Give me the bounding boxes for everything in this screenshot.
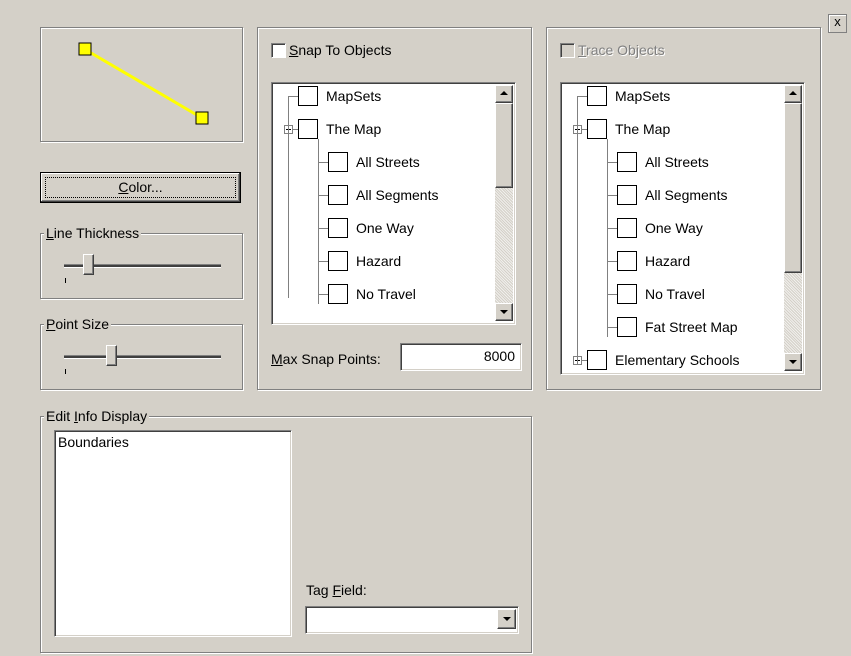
arrow-up-icon: [500, 91, 508, 95]
scroll-thumb[interactable]: [495, 103, 513, 188]
slider-thumb[interactable]: [106, 345, 118, 366]
tree-item-checkbox[interactable]: [617, 284, 637, 304]
tree-item-label[interactable]: Hazard: [645, 253, 690, 269]
tag-field-label: Tag Field:: [306, 582, 367, 598]
scroll-up-button[interactable]: [495, 85, 513, 103]
tag-field-select[interactable]: [305, 606, 519, 634]
tree-item-checkbox[interactable]: [587, 86, 607, 106]
tree-item-label[interactable]: All Streets: [356, 154, 420, 170]
tree-item-label[interactable]: No Travel: [356, 286, 416, 302]
scroll-thumb[interactable]: [784, 103, 802, 273]
preview-start-point: [78, 42, 92, 56]
line-preview-panel: [40, 27, 243, 142]
tree-item-checkbox[interactable]: [298, 86, 318, 106]
tree-item-checkbox[interactable]: [587, 350, 607, 370]
snap-tree-scrollbar[interactable]: [495, 85, 513, 321]
tree-item-label[interactable]: Fat Street Map: [645, 319, 738, 335]
tree-item-label[interactable]: MapSets: [326, 88, 381, 104]
tree-item-checkbox[interactable]: [328, 251, 348, 271]
scroll-down-button[interactable]: [784, 353, 802, 371]
list-item[interactable]: Boundaries: [58, 434, 129, 450]
edit-info-list[interactable]: Boundaries: [54, 430, 292, 637]
line-preview-graphic: [78, 42, 209, 125]
tree-item-checkbox[interactable]: [328, 284, 348, 304]
trace-tree-view[interactable]: MapSets The Map All Streets All Segments One…: [560, 82, 805, 375]
preview-line: [85, 48, 203, 120]
scroll-down-button[interactable]: [495, 303, 513, 321]
line-thickness-title: Line Thickness: [44, 225, 142, 241]
tree-item-checkbox[interactable]: [617, 185, 637, 205]
tree-item-checkbox[interactable]: [617, 218, 637, 238]
trace-tree-content: MapSets The Map All Streets All Segments One…: [561, 83, 783, 374]
tree-item-checkbox[interactable]: [298, 119, 318, 139]
tree-connector: [577, 96, 578, 364]
tree-item-checkbox[interactable]: [617, 251, 637, 271]
tree-item-label[interactable]: No Travel: [645, 286, 705, 302]
arrow-down-icon: [789, 360, 797, 364]
arrow-up-icon: [789, 91, 797, 95]
tree-item-label[interactable]: Elementary Schools: [615, 352, 740, 368]
chevron-down-icon: [503, 617, 511, 621]
preview-end-point: [195, 111, 209, 125]
snap-tree-content: MapSets The Map All Streets All Segments One…: [272, 83, 494, 324]
trace-objects-label[interactable]: Trace Objects: [578, 42, 665, 58]
tree-item-checkbox[interactable]: [617, 152, 637, 172]
tree-item-label[interactable]: All Streets: [645, 154, 709, 170]
close-icon: x: [834, 14, 841, 29]
dropdown-button[interactable]: [497, 609, 516, 629]
point-size-title: Point Size: [44, 316, 112, 332]
tree-item-checkbox[interactable]: [587, 119, 607, 139]
tree-item-label[interactable]: One Way: [645, 220, 703, 236]
tree-connector: [607, 139, 608, 337]
arrow-down-icon: [500, 310, 508, 314]
tree-item-checkbox[interactable]: [328, 218, 348, 238]
focus-rect: [45, 177, 236, 198]
snap-to-objects-label[interactable]: Snap To Objects: [289, 42, 391, 58]
max-snap-points-input[interactable]: 8000: [400, 343, 522, 371]
point-size-slider[interactable]: [60, 345, 225, 375]
tree-item-label[interactable]: MapSets: [615, 88, 670, 104]
snap-to-objects-checkbox[interactable]: [271, 43, 286, 58]
tree-item-label[interactable]: All Segments: [645, 187, 727, 203]
max-snap-points-label: Max Snap Points:: [271, 351, 381, 367]
trace-tree-scrollbar[interactable]: [784, 85, 802, 371]
snap-tree-view[interactable]: MapSets The Map All Streets All Segments One…: [271, 82, 516, 325]
color-button[interactable]: Color...: [40, 172, 241, 203]
tree-connector: [288, 96, 289, 298]
close-button[interactable]: x: [828, 14, 847, 33]
edit-info-title: Edit Info Display: [44, 408, 150, 424]
tree-item-checkbox[interactable]: [328, 185, 348, 205]
edit-info-items: Boundaries: [58, 434, 129, 450]
slider-track: [64, 355, 221, 359]
slider-tick: [65, 278, 66, 283]
max-snap-points-value: 8000: [483, 348, 515, 364]
tree-item-checkbox[interactable]: [328, 152, 348, 172]
tree-item-checkbox[interactable]: [617, 317, 637, 337]
tree-item-label[interactable]: The Map: [326, 121, 381, 137]
tree-connector: [318, 139, 319, 304]
tree-item-label[interactable]: One Way: [356, 220, 414, 236]
slider-thumb[interactable]: [82, 254, 94, 275]
tree-item-label[interactable]: All Segments: [356, 187, 438, 203]
line-thickness-slider[interactable]: [60, 254, 225, 284]
scroll-up-button[interactable]: [784, 85, 802, 103]
tree-item-label[interactable]: Hazard: [356, 253, 401, 269]
tree-item-label[interactable]: The Map: [615, 121, 670, 137]
slider-tick: [65, 369, 66, 374]
trace-objects-checkbox[interactable]: [560, 43, 575, 58]
